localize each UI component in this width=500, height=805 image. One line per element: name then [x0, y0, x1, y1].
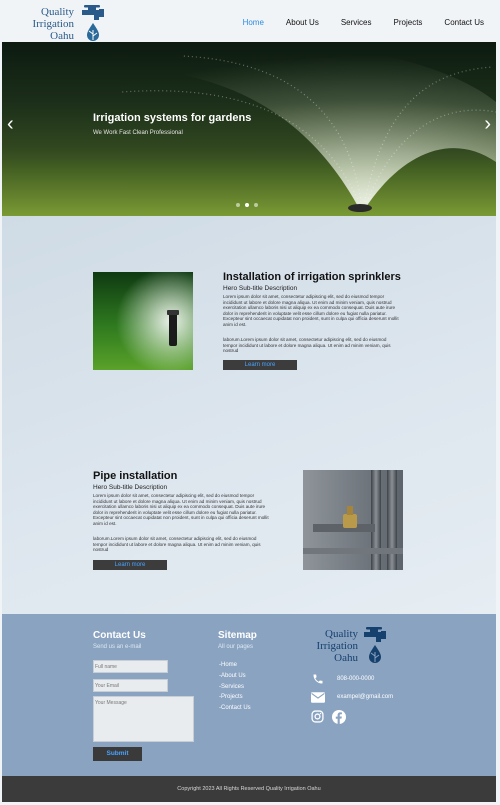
footer-faucet-drop-icon	[364, 627, 386, 663]
footer-contact-subtitle: Send us an e-mail	[93, 644, 142, 650]
section-2-body-2: laborum.Lorem ipsum dolor sit amet, cons…	[93, 536, 261, 553]
site-footer: Contact Us Send us an e-mail Full name Y…	[2, 614, 496, 776]
section-1-body-1: Lorem ipsum dolor sit amet, consectetur …	[223, 294, 399, 327]
hero-title: Irrigation systems for gardens	[93, 112, 252, 124]
sitemap-links: -Home -About Us -Services -Projects -Con…	[219, 660, 251, 714]
sitemap-link-services[interactable]: -Services	[219, 682, 251, 693]
footer-phone-number[interactable]: 808-000-0000	[337, 676, 374, 682]
facebook-icon[interactable]	[332, 710, 346, 724]
brand-line-1: Quality	[41, 6, 74, 18]
envelope-icon	[311, 691, 325, 703]
pipe-section-image	[303, 470, 403, 570]
sitemap-link-home[interactable]: -Home	[219, 660, 251, 671]
section-1-body-2: laborum.Lorem ipsum dolor sit amet, cons…	[223, 337, 391, 354]
brand-logo-text: Quality Irrigation Oahu	[26, 6, 74, 42]
submit-button[interactable]: Submit	[93, 747, 142, 761]
faucet-drop-icon	[82, 5, 104, 41]
slider-dot-3[interactable]	[254, 203, 258, 207]
phone-icon	[311, 673, 325, 685]
instagram-icon[interactable]	[311, 710, 324, 723]
section-2-body-1: Lorem ipsum dolor sit amet, consectetur …	[93, 493, 269, 526]
section-2-subtitle: Hero Sub-title Description	[93, 484, 168, 491]
section-1-learn-more-button[interactable]: Learn more	[223, 360, 297, 370]
message-field[interactable]: Your Message	[93, 696, 194, 742]
footer-email: exampel@gmail.com	[311, 691, 393, 703]
hero-subtitle: We Work Fast Clean Professional	[93, 130, 183, 136]
brand-line-2: Irrigation	[32, 18, 74, 30]
page-frame: Quality Irrigation Oahu Home About Us Se…	[2, 2, 496, 802]
section-1-subtitle: Hero Sub-title Description	[223, 285, 298, 292]
main-nav: Home About Us Services Projects Contact …	[221, 18, 484, 27]
sitemap-link-about-us[interactable]: -About Us	[219, 671, 251, 682]
nav-projects[interactable]: Projects	[394, 18, 423, 27]
nav-services[interactable]: Services	[341, 18, 372, 27]
footer-sitemap-title: Sitemap	[218, 630, 257, 641]
footer-brand-line-3: Oahu	[334, 652, 358, 664]
services-content: Installation of irrigation sprinklers He…	[2, 216, 496, 614]
sitemap-link-contact-us[interactable]: -Contact Us	[219, 703, 251, 714]
footer-contact-title: Contact Us	[93, 630, 146, 641]
full-name-field[interactable]: Full name	[93, 660, 168, 673]
footer-sitemap-subtitle: All our pages	[218, 644, 254, 650]
nav-contact-us[interactable]: Contact Us	[444, 18, 484, 27]
site-header: Quality Irrigation Oahu Home About Us Se…	[2, 2, 496, 42]
footer-brand-line-1: Quality	[325, 628, 358, 640]
footer-phone: 808-000-0000	[311, 673, 374, 685]
nav-home[interactable]: Home	[243, 18, 264, 27]
sprinkler-section-image	[93, 272, 193, 370]
brand-logo[interactable]: Quality Irrigation Oahu	[26, 4, 116, 42]
chevron-left-icon[interactable]: ‹	[7, 114, 14, 134]
slider-dot-1[interactable]	[236, 203, 240, 207]
hero-sprinkler-image	[2, 42, 496, 216]
footer-brand-logo[interactable]: Quality Irrigation Oahu	[312, 626, 392, 668]
slider-dots	[236, 203, 258, 207]
footer-email-address[interactable]: exampel@gmail.com	[337, 694, 393, 700]
footer-brand-line-2: Irrigation	[316, 640, 358, 652]
chevron-right-icon[interactable]: ›	[484, 114, 491, 134]
hero-slider: Irrigation systems for gardens We Work F…	[2, 42, 496, 216]
social-links	[311, 710, 346, 724]
footer-brand-logo-text: Quality Irrigation Oahu	[312, 628, 358, 664]
section-2-title: Pipe installation	[93, 470, 178, 482]
brand-line-3: Oahu	[50, 30, 74, 42]
nav-about-us[interactable]: About Us	[286, 18, 319, 27]
email-field[interactable]: Your Email	[93, 679, 168, 692]
section-2-learn-more-button[interactable]: Learn more	[93, 560, 167, 570]
sitemap-link-projects[interactable]: -Projects	[219, 692, 251, 703]
copyright: Copyright 2023 All Rights Reserved Quali…	[2, 776, 496, 802]
slider-dot-2[interactable]	[245, 203, 249, 207]
section-1-title: Installation of irrigation sprinklers	[223, 271, 401, 283]
